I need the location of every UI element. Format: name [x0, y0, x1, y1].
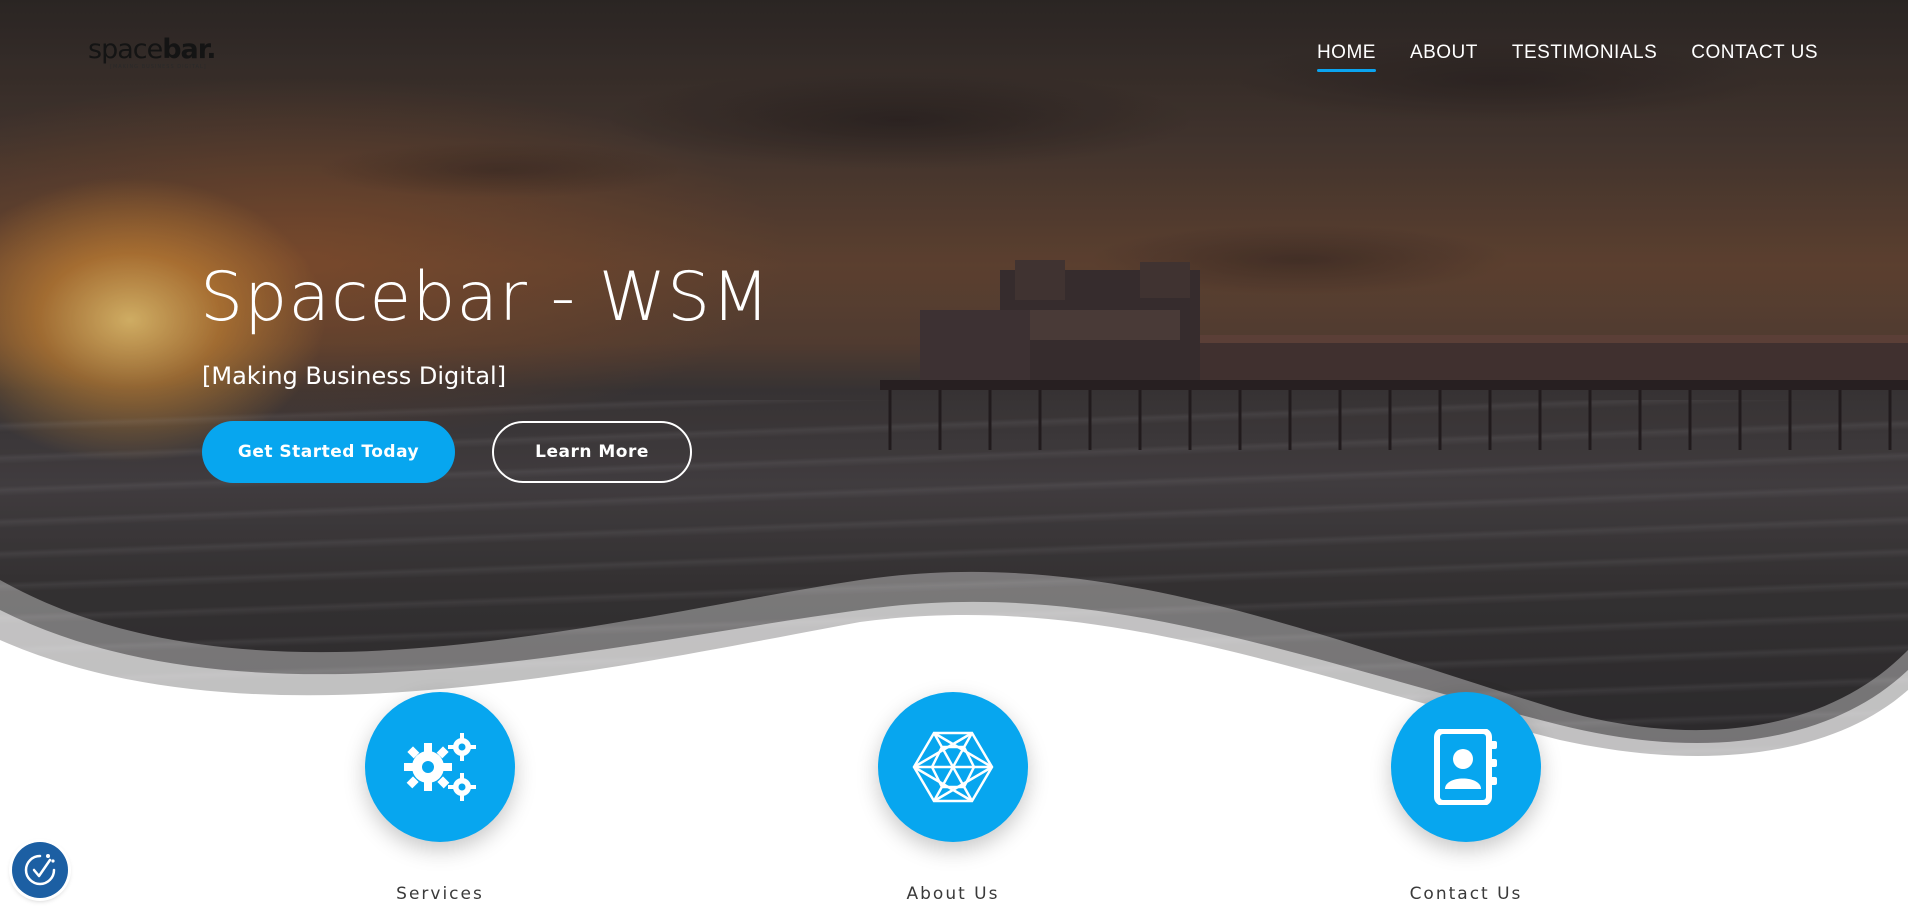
logo-wordmark: spacebar.: [88, 34, 217, 65]
logo-tagline: [MAKING BUSINESS DIGITAL]: [110, 64, 207, 70]
learn-more-button[interactable]: Learn More: [492, 421, 692, 483]
get-started-button[interactable]: Get Started Today: [202, 421, 455, 483]
gears-icon: [404, 733, 476, 801]
network-hexagon-icon: [912, 731, 994, 803]
nav-about[interactable]: ABOUT: [1410, 42, 1478, 70]
logo[interactable]: spacebar. [MAKING BUSINESS DIGITAL]: [88, 34, 217, 71]
hero-subtitle: [Making Business Digital]: [202, 362, 507, 390]
feature-services-label[interactable]: Services: [320, 884, 560, 904]
feature-about-us-label[interactable]: About Us: [833, 884, 1073, 904]
feature-contact-us-label[interactable]: Contact Us: [1346, 884, 1586, 904]
main-nav: HOME ABOUT TESTIMONIALS CONTACT US: [1316, 42, 1818, 72]
feature-services[interactable]: [365, 692, 515, 842]
feature-about-us[interactable]: [878, 692, 1028, 842]
nav-contact-us[interactable]: CONTACT US: [1691, 42, 1818, 70]
accessibility-button[interactable]: [12, 842, 68, 898]
nav-testimonials[interactable]: TESTIMONIALS: [1512, 42, 1657, 70]
hero-title: Spacebar - WSM: [200, 258, 771, 337]
nav-home[interactable]: HOME: [1316, 42, 1376, 72]
feature-contact-us[interactable]: [1391, 692, 1541, 842]
contact-book-icon: [1434, 729, 1497, 805]
accessibility-icon: [24, 854, 56, 886]
